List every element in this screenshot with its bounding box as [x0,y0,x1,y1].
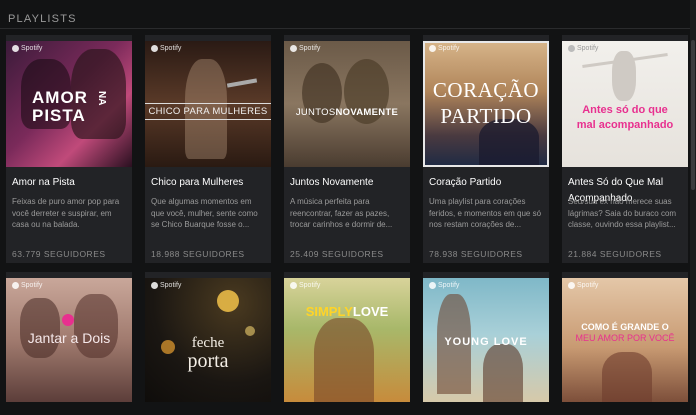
playlist-card-young-love[interactable]: Spotify YOUNG LOVE [423,272,549,402]
cover-line: CORAÇÃO [432,78,540,102]
playlist-cover[interactable]: Spotify YOUNG LOVE [423,278,549,402]
cover-text: CHICO PARA MULHERES [145,103,271,120]
cover-line: Antes só do que [582,104,668,116]
playlist-card-chico-para-mulheres[interactable]: Spotify CHICO PARA MULHERES Chico para M… [145,35,271,263]
playlist-cover[interactable]: Spotify CORAÇÃO PARTIDO [423,41,549,167]
playlist-description: Que algumas momentos em que você, mulher… [151,197,258,229]
playlist-description: Seu/sua ex não merece suas lágrimas? Sai… [568,197,677,229]
playlist-description: A música perfeita para reencontrar, faze… [290,197,393,229]
cover-side-text: NA [96,91,107,106]
spotify-logo-icon: Spotify [151,282,181,289]
playlist-title[interactable]: Juntos Novamente [290,175,408,191]
playlist-cover[interactable]: Spotify Jantar a Dois [6,278,132,402]
spotify-logo-icon: Spotify [12,282,42,289]
cover-line: PISTA [32,106,86,125]
playlist-followers: 63.779 SEGUIDORES [12,249,106,259]
playlist-card-antes-so[interactable]: Spotify Antes só do que mal acompanhado … [562,35,688,263]
playlist-card-amor-na-pista[interactable]: Spotify AMOR PISTA NA Amor na Pista Feix… [6,35,132,263]
playlist-card-coracao-partido[interactable]: Spotify CORAÇÃO PARTIDO Coração Partido … [423,35,549,263]
playlist-followers: 18.988 SEGUIDORES [151,249,245,259]
playlist-cover[interactable]: Spotify Antes só do que mal acompanhado [562,41,688,167]
spotify-logo-icon: Spotify [429,282,459,289]
playlist-cover[interactable]: Spotify COMO É GRANDE O MEU AMOR POR VOC… [562,278,688,402]
playlist-cover[interactable]: Spotify AMOR PISTA NA [6,41,132,167]
playlist-followers: 21.884 SEGUIDORES [568,249,662,259]
playlist-cover[interactable]: Spotify feche porta [145,278,271,402]
playlist-cover[interactable]: Spotify SIMPLYLOVE [284,278,410,402]
playlist-title[interactable]: Coração Partido [429,175,547,191]
spotify-logo-icon: Spotify [151,45,181,52]
cover-line: PARTIDO [440,104,532,128]
cover-text: SIMPLY [305,304,353,319]
playlist-followers: 25.409 SEGUIDORES [290,249,384,259]
spotify-logo-icon: Spotify [568,282,598,289]
playlist-title[interactable]: Amor na Pista [12,175,130,191]
cover-text: YOUNG LOVE [444,336,528,348]
playlist-description: Uma playlist para corações feridos, e mo… [429,197,542,229]
playlist-title[interactable]: Chico para Mulheres [151,175,269,191]
cover-line: porta [187,350,229,372]
spotify-logo-icon: Spotify [568,45,598,52]
playlist-card-juntos-novamente[interactable]: Spotify JUNTOSNOVAMENTE Juntos Novamente… [284,35,410,263]
playlist-card-jantar-a-dois[interactable]: Spotify Jantar a Dois [6,272,132,402]
spotify-logo-icon: Spotify [12,45,42,52]
cover-text: NOVAMENTE [335,107,399,118]
playlist-cover[interactable]: Spotify JUNTOSNOVAMENTE [284,41,410,167]
spotify-logo-icon: Spotify [290,45,320,52]
scrollbar-thumb[interactable] [691,40,695,190]
cover-text: JUNTOS [295,107,336,118]
cover-line: COMO É GRANDE O [581,322,669,332]
heart-icon [62,314,74,326]
cover-text: LOVE [352,304,389,319]
section-title: PLAYLISTS [8,13,77,25]
cover-line: AMOR [32,88,88,107]
spotify-logo-icon: Spotify [290,282,320,289]
cover-line: mal acompanhado [576,119,674,131]
playlist-card-feche-a-porta[interactable]: Spotify feche porta [145,272,271,402]
playlist-followers: 78.938 SEGUIDORES [429,249,523,259]
playlist-description: Feixas de puro amor pop para você derret… [12,197,120,229]
playlist-card-como-e-grande[interactable]: Spotify COMO É GRANDE O MEU AMOR POR VOC… [562,272,688,402]
cover-line: Jantar a Dois [27,330,111,346]
header-divider [0,28,696,29]
playlist-cover[interactable]: Spotify CHICO PARA MULHERES [145,41,271,167]
cover-line: MEU AMOR POR VOCÊ [575,333,675,343]
scrollbar[interactable] [690,0,696,415]
spotify-logo-icon: Spotify [429,45,459,52]
playlist-card-simply-love[interactable]: Spotify SIMPLYLOVE [284,272,410,402]
